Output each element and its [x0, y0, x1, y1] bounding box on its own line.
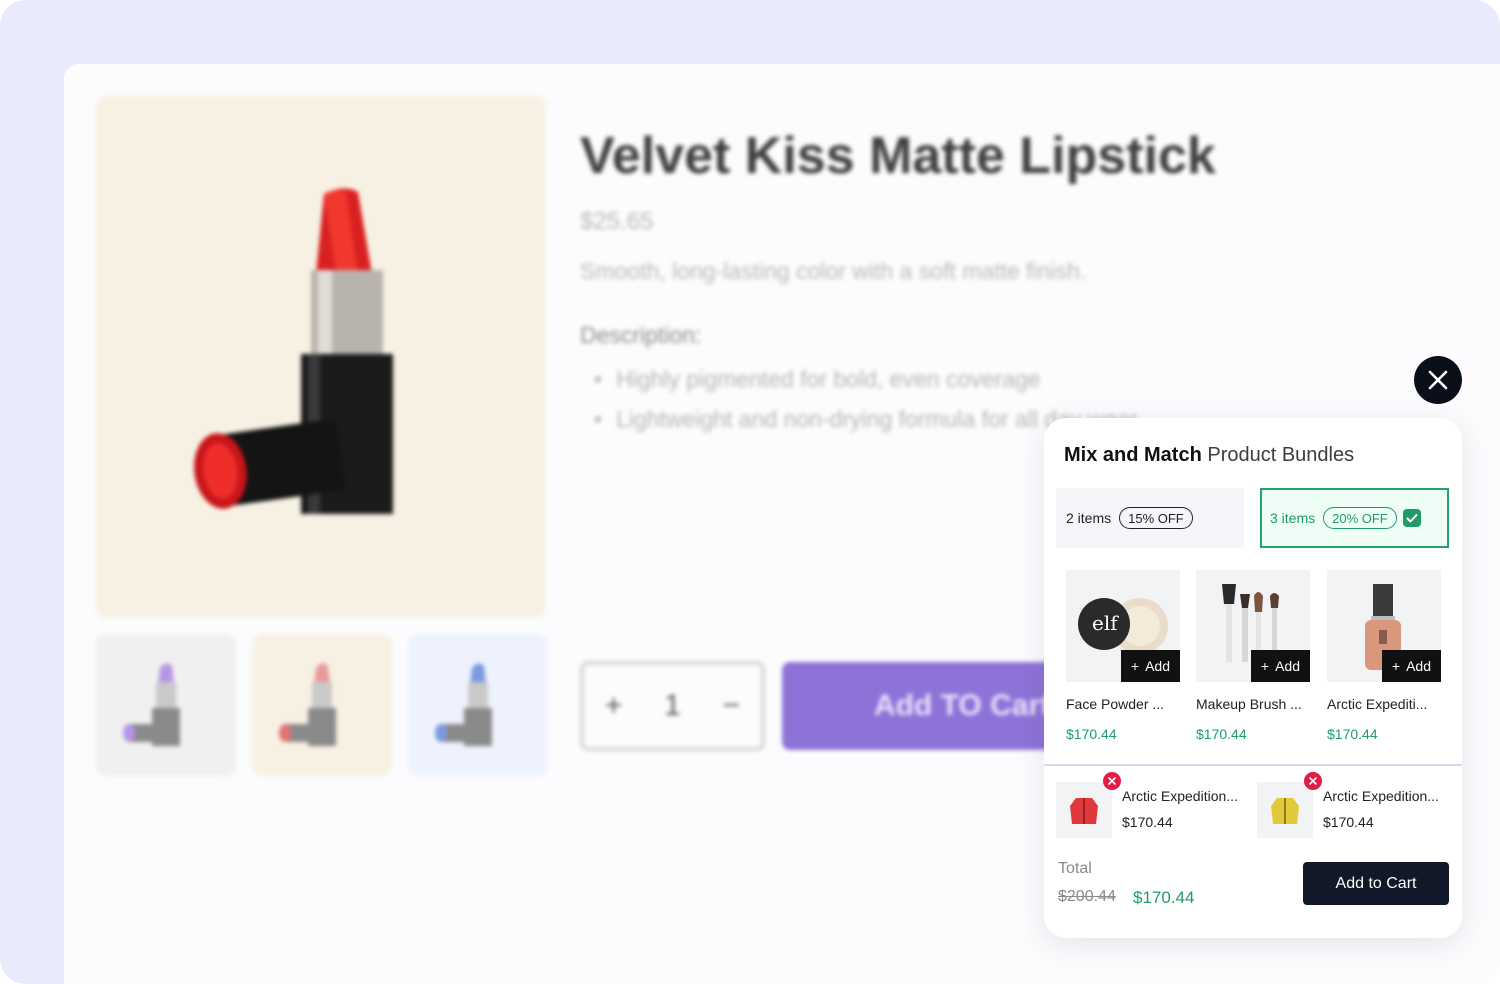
main-product-image	[96, 96, 546, 618]
add-label: Add	[1275, 658, 1300, 674]
red-jacket-icon	[1070, 798, 1098, 824]
selected-item-name: Arctic Expedition...	[1323, 788, 1439, 804]
remove-item-button[interactable]	[1304, 772, 1322, 790]
thumbnail-pink[interactable]	[252, 634, 392, 776]
product-name: Face Powder ...	[1066, 696, 1165, 712]
product-price: $170.44	[1327, 726, 1378, 742]
selected-bundle-item: Arctic Expedition... $170.44	[1257, 772, 1439, 838]
lipstick-thumb-icon	[279, 663, 336, 746]
yellow-jacket-icon	[1271, 798, 1299, 824]
product-price: $170.44	[1066, 726, 1117, 742]
selected-item-info: Arctic Expedition... $170.44	[1323, 778, 1439, 838]
thumbnail-blue[interactable]	[408, 634, 548, 776]
divider	[1044, 764, 1462, 766]
total-label: Total	[1058, 860, 1092, 877]
foundation-image: + Add	[1327, 570, 1441, 682]
product-name: Makeup Brush ...	[1196, 696, 1302, 712]
selected-item-price: $170.44	[1122, 814, 1173, 830]
close-icon	[1309, 777, 1317, 785]
tier-items-label: 3 items	[1270, 510, 1316, 526]
add-product-button[interactable]: + Add	[1250, 650, 1310, 682]
selected-item-info: Arctic Expedition... $170.44	[1122, 778, 1238, 838]
product-title: Velvet Kiss Matte Lipstick	[580, 127, 1216, 185]
svg-text:elf: elf	[1092, 611, 1119, 635]
bundle-add-to-cart-button[interactable]: Add to Cart	[1303, 862, 1449, 905]
lipstick-thumb-icon	[123, 663, 180, 746]
close-icon	[1108, 777, 1116, 785]
selected-item-price: $170.44	[1323, 814, 1374, 830]
total-original-price: $200.44	[1058, 888, 1116, 905]
add-product-button[interactable]: + Add	[1120, 650, 1180, 682]
lipstick-thumb-icon	[435, 663, 492, 746]
increase-button[interactable]: +	[605, 689, 623, 723]
face-powder-image: elf + Add	[1066, 570, 1180, 682]
product-price: $25.65	[580, 208, 654, 235]
plus-icon: +	[1391, 658, 1401, 674]
quantity-stepper[interactable]: + 1 −	[580, 661, 765, 751]
tier-items-label: 2 items	[1066, 510, 1112, 526]
discount-badge: 20% OFF	[1323, 507, 1397, 529]
remove-item-button[interactable]	[1103, 772, 1121, 790]
bundle-tier-3-items[interactable]: 3 items 20% OFF	[1260, 488, 1449, 548]
bundle-tier-2-items[interactable]: 2 items 15% OFF	[1056, 488, 1244, 548]
description-label: Description:	[580, 322, 702, 348]
add-label: Add	[1406, 658, 1431, 674]
makeup-brush-image: + Add	[1196, 570, 1310, 682]
checkbox-checked-icon	[1402, 509, 1421, 527]
bundle-title-strong: Mix and Match	[1064, 444, 1202, 466]
bundle-product-card: elf + Add Face Powder ... $170.44	[1066, 570, 1180, 742]
lipstick-image	[194, 188, 393, 514]
add-label: Add	[1145, 658, 1170, 674]
product-subtitle: Smooth, long-lasting color with a soft m…	[580, 258, 1087, 284]
thumbnail-lilac[interactable]	[96, 634, 236, 776]
red-jacket-image	[1056, 772, 1121, 838]
bundle-panel: Mix and Match Product Bundles 2 items 15…	[1044, 418, 1462, 938]
bundle-product-card: + Add Makeup Brush ... $170.44	[1196, 570, 1310, 742]
quantity-value: 1	[664, 689, 681, 722]
product-price: $170.44	[1196, 726, 1247, 742]
discount-badge: 15% OFF	[1119, 507, 1193, 529]
selected-bundle-item: Arctic Expedition... $170.44	[1056, 772, 1238, 838]
bundle-panel-title: Mix and Match Product Bundles	[1064, 444, 1354, 467]
yellow-jacket-image	[1257, 772, 1322, 838]
plus-icon: +	[1130, 658, 1140, 674]
close-button[interactable]	[1414, 356, 1462, 404]
product-name: Arctic Expediti...	[1327, 696, 1428, 712]
decrease-button[interactable]: −	[723, 689, 741, 723]
total-discounted-price: $170.44	[1133, 888, 1195, 907]
plus-icon: +	[1260, 658, 1270, 674]
bundle-product-card: + Add Arctic Expediti... $170.44	[1327, 570, 1441, 742]
selected-item-name: Arctic Expedition...	[1122, 788, 1238, 804]
add-product-button[interactable]: + Add	[1381, 650, 1441, 682]
bundle-title-rest: Product Bundles	[1201, 444, 1355, 466]
close-icon	[1428, 370, 1448, 390]
description-bullet: Highly pigmented for bold, even coverage	[594, 366, 1138, 406]
